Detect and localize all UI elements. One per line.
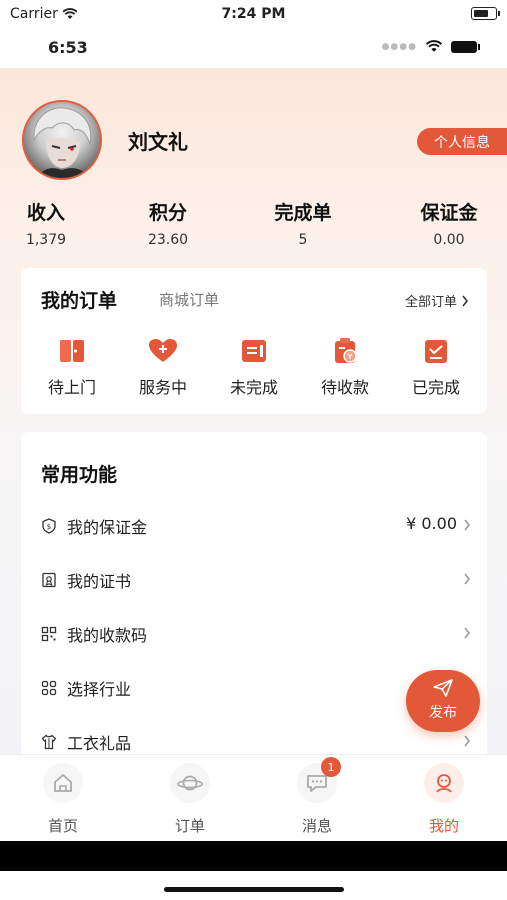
feature-value: ¥ 0.00 (406, 514, 457, 533)
publish-label: 发布 (429, 705, 457, 721)
stat-value: 1,379 (25, 232, 67, 248)
order-pending-visit[interactable]: 待上门 (29, 336, 115, 398)
stat-income[interactable]: 收入 1,379 (6, 198, 86, 248)
send-icon (433, 679, 453, 697)
grid-icon (41, 680, 57, 696)
home-icon (43, 763, 83, 803)
stat-label: 保证金 (420, 202, 478, 224)
shield-icon: $ (42, 518, 56, 534)
system-time: 7:24 PM (221, 6, 286, 22)
stat-label: 收入 (26, 202, 65, 224)
tab-messages[interactable]: 1 消息 (272, 757, 362, 836)
app-status-icons: ●●●● (381, 40, 480, 53)
chevron-right-icon (464, 735, 471, 747)
tab-label: 首页 (47, 817, 78, 835)
username: 刘文礼 (128, 129, 188, 154)
chevron-right-icon (464, 519, 471, 531)
feature-row-certificate[interactable]: 我的证书 (21, 560, 487, 600)
simulator-status-bar: Carrier 7:24 PM (0, 0, 507, 30)
feature-row-deposit[interactable]: $ 我的保证金 ¥ 0.00 (21, 506, 487, 546)
battery-icon (471, 7, 500, 20)
battery-icon (451, 40, 480, 53)
publish-button[interactable]: 发布 (406, 670, 480, 732)
app-status-bar: 6:53 ●●●● (0, 30, 507, 68)
chevron-right-icon (462, 295, 469, 306)
orders-card: 我的订单 商城订单 全部订单 待上门 服务中 未完成 待收款 已完成 (21, 268, 487, 414)
certificate-icon (42, 572, 56, 588)
order-awaiting-payment[interactable]: 待收款 (302, 336, 388, 398)
bottom-band (0, 841, 507, 871)
orders-title: 我的订单 (41, 290, 118, 312)
wifi-icon (425, 40, 443, 52)
feature-label: 我的证书 (67, 572, 132, 591)
app-time: 6:53 (48, 38, 88, 57)
message-icon: 1 (297, 757, 341, 803)
avatar[interactable] (22, 100, 102, 180)
feature-label: 我的收款码 (67, 626, 148, 645)
profile-icon (424, 763, 464, 803)
features-title: 常用功能 (41, 464, 118, 486)
clipboard-check-icon (421, 336, 451, 366)
feature-label: 选择行业 (67, 680, 132, 699)
home-indicator-area (0, 841, 507, 900)
tab-home[interactable]: 首页 (18, 763, 108, 836)
stat-deposit[interactable]: 保证金 0.00 (404, 198, 494, 248)
stat-value: 23.60 (147, 232, 189, 248)
home-indicator[interactable] (164, 887, 344, 892)
avatar-image (33, 107, 92, 178)
feature-label: 工衣礼品 (67, 734, 132, 753)
message-badge: 1 (321, 757, 341, 777)
order-completed[interactable]: 已完成 (393, 336, 479, 398)
bottom-tab-bar: 首页 订单 1 消息 我的 (0, 754, 507, 841)
tab-label: 消息 (301, 817, 332, 835)
stat-label: 积分 (148, 202, 187, 224)
stat-value: 0.00 (433, 232, 465, 248)
order-incomplete[interactable]: 未完成 (211, 336, 297, 398)
all-orders-link[interactable]: 全部订单 (405, 291, 469, 310)
stat-value: 5 (298, 232, 308, 248)
mall-orders-tab[interactable]: 商城订单 (159, 289, 219, 310)
stat-completed[interactable]: 完成单 5 (258, 198, 348, 248)
order-label: 服务中 (138, 378, 187, 397)
order-in-service[interactable]: 服务中 (120, 336, 206, 398)
tab-profile[interactable]: 我的 (399, 763, 489, 836)
qr-code-icon (41, 626, 57, 642)
planet-icon (170, 763, 210, 803)
order-label: 待上门 (47, 378, 96, 397)
order-label: 待收款 (320, 378, 369, 397)
all-orders-label: 全部订单 (404, 295, 457, 310)
tab-label: 我的 (428, 817, 459, 835)
chevron-right-icon (464, 627, 471, 639)
tab-orders[interactable]: 订单 (145, 763, 235, 836)
stats-row: 收入 1,379 积分 23.60 完成单 5 保证金 0.00 (0, 198, 507, 258)
order-label: 未完成 (229, 378, 278, 397)
app-screen: 6:53 ●●●● 刘文礼 个人信息 收入 1,379 积分 23.60 完成单… (0, 30, 507, 841)
personal-info-button[interactable]: 个人信息 (417, 128, 507, 155)
feature-label: 我的保证金 (67, 518, 148, 537)
shirt-icon (41, 734, 57, 750)
stat-label: 完成单 (274, 202, 332, 224)
stat-points[interactable]: 积分 23.60 (128, 198, 208, 248)
tab-label: 订单 (174, 817, 205, 835)
payment-icon (330, 336, 360, 366)
heart-plus-icon (148, 336, 178, 366)
feature-row-payment-code[interactable]: 我的收款码 (21, 614, 487, 654)
order-label: 已完成 (411, 378, 460, 397)
note-icon (239, 336, 269, 366)
signal-dots-icon: ●●●● (381, 41, 417, 52)
door-icon (57, 336, 87, 366)
profile-header: 刘文礼 (22, 100, 188, 180)
chevron-right-icon (464, 573, 471, 585)
svg-text:$: $ (47, 523, 51, 531)
